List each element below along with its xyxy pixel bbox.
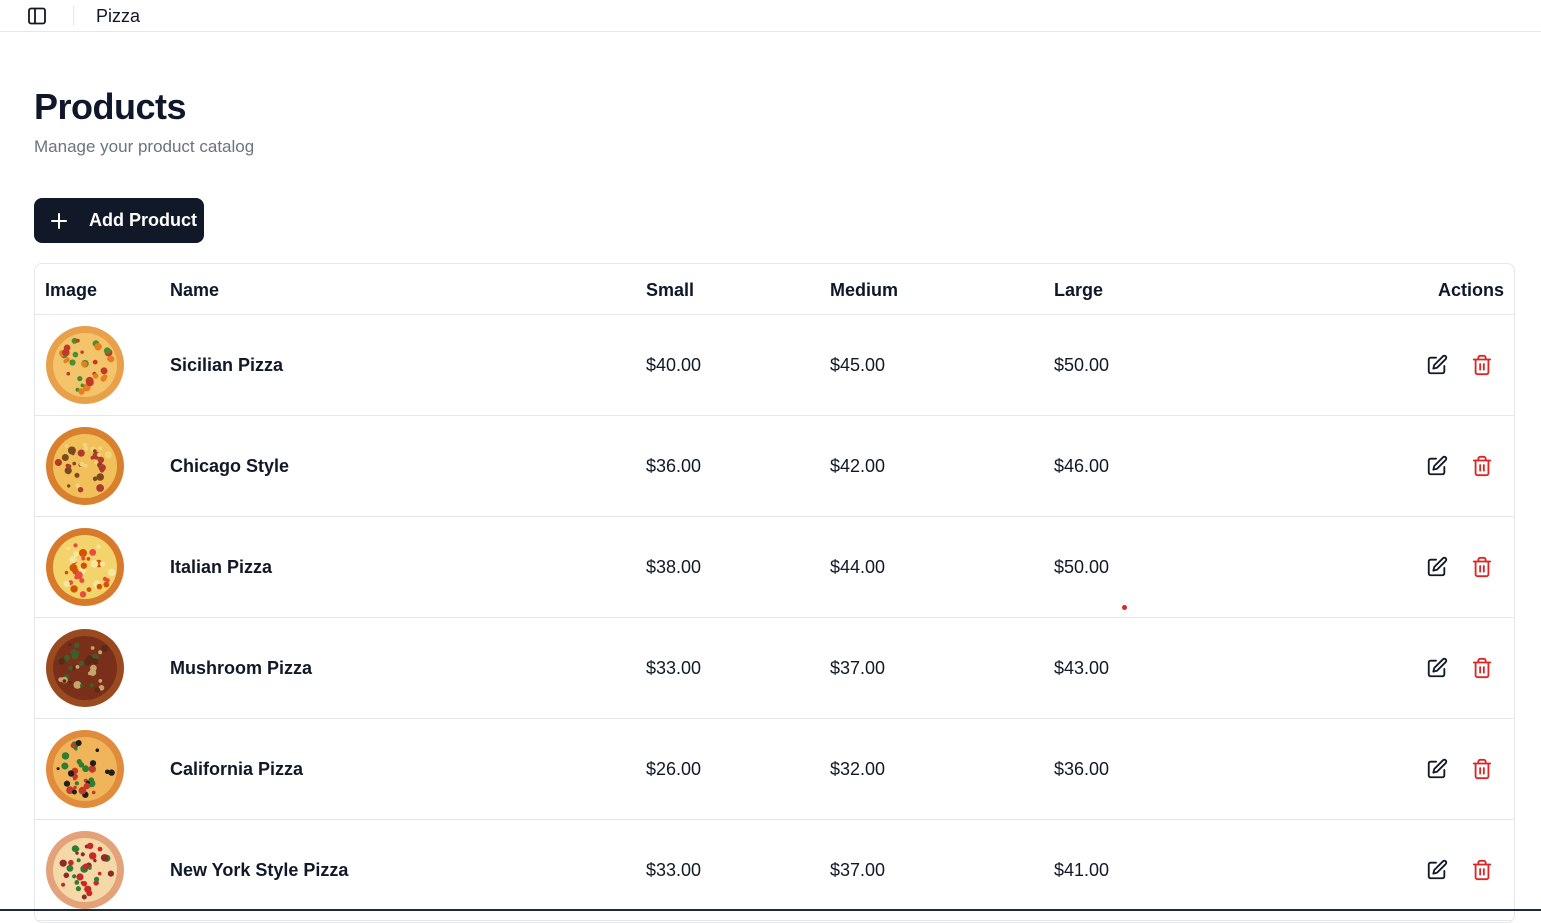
product-name: Sicilian Pizza — [170, 355, 284, 375]
edit-icon[interactable] — [1426, 354, 1448, 376]
trash-icon[interactable] — [1471, 657, 1493, 679]
add-product-button[interactable]: Add Product — [34, 198, 204, 243]
price-small: $36.00 — [646, 456, 702, 476]
price-large: $41.00 — [1054, 860, 1110, 880]
price-large: $46.00 — [1054, 456, 1110, 476]
table-row: Italian Pizza $38.00 $44.00 $50.00 — [35, 517, 1514, 618]
table-row: New York Style Pizza $33.00 $37.00 $41.00 — [35, 820, 1514, 921]
product-name: California Pizza — [170, 759, 304, 779]
product-name: Italian Pizza — [170, 557, 273, 577]
table-header: Image Name Small Medium Large Actions — [35, 264, 1514, 315]
price-small: $40.00 — [646, 355, 702, 375]
price-large: $36.00 — [1054, 759, 1110, 779]
column-header-medium: Medium — [830, 280, 899, 300]
trash-icon[interactable] — [1471, 758, 1493, 780]
add-product-label: Add Product — [89, 210, 197, 230]
top-bar: Pizza — [0, 0, 1541, 32]
table-row: California Pizza $26.00 $32.00 $36.00 — [35, 719, 1514, 820]
column-header-image: Image — [45, 280, 98, 300]
price-large: $43.00 — [1054, 658, 1110, 678]
page-title: Products — [34, 86, 187, 127]
page-subtitle: Manage your product catalog — [34, 137, 255, 156]
product-name: Chicago Style — [170, 456, 290, 476]
price-small: $38.00 — [646, 557, 702, 577]
table-row: Chicago Style $36.00 $42.00 $46.00 — [35, 416, 1514, 517]
column-header-large: Large — [1054, 280, 1104, 300]
column-header-actions: Actions — [1437, 280, 1504, 300]
price-small: $33.00 — [646, 860, 702, 880]
column-header-small: Small — [646, 280, 695, 300]
price-medium: $37.00 — [830, 658, 886, 678]
price-small: $33.00 — [646, 658, 702, 678]
product-name: Mushroom Pizza — [170, 658, 313, 678]
pizza-image — [46, 528, 124, 606]
price-medium: $42.00 — [830, 456, 886, 476]
products-table: Image Name Small Medium Large Actions Si… — [34, 263, 1515, 923]
price-large: $50.00 — [1054, 355, 1110, 375]
price-medium: $32.00 — [830, 759, 886, 779]
trash-icon[interactable] — [1471, 859, 1493, 881]
price-large: $50.00 — [1054, 557, 1110, 577]
edit-icon[interactable] — [1426, 455, 1448, 477]
edit-icon[interactable] — [1426, 556, 1448, 578]
pizza-image — [46, 326, 124, 404]
price-small: $26.00 — [646, 759, 702, 779]
table-row: Sicilian Pizza $40.00 $45.00 $50.00 — [35, 315, 1514, 416]
panel-left-icon[interactable] — [27, 6, 47, 26]
price-medium: $45.00 — [830, 355, 886, 375]
price-medium: $37.00 — [830, 860, 886, 880]
indicator-dot — [1122, 605, 1127, 610]
pizza-image — [46, 831, 124, 909]
pizza-image — [46, 427, 124, 505]
product-name: New York Style Pizza — [170, 860, 349, 880]
pizza-image — [46, 629, 124, 707]
edit-icon[interactable] — [1426, 657, 1448, 679]
table-row: Mushroom Pizza $33.00 $37.00 $43.00 — [35, 618, 1514, 719]
edit-icon[interactable] — [1426, 859, 1448, 881]
edit-icon[interactable] — [1426, 758, 1448, 780]
trash-icon[interactable] — [1471, 354, 1493, 376]
topbar-divider — [73, 6, 74, 26]
column-header-name: Name — [170, 280, 220, 300]
trash-icon[interactable] — [1471, 455, 1493, 477]
trash-icon[interactable] — [1471, 556, 1493, 578]
plus-icon — [51, 212, 67, 229]
pizza-image — [46, 730, 124, 808]
price-medium: $44.00 — [830, 557, 886, 577]
app-title: Pizza — [96, 6, 141, 26]
